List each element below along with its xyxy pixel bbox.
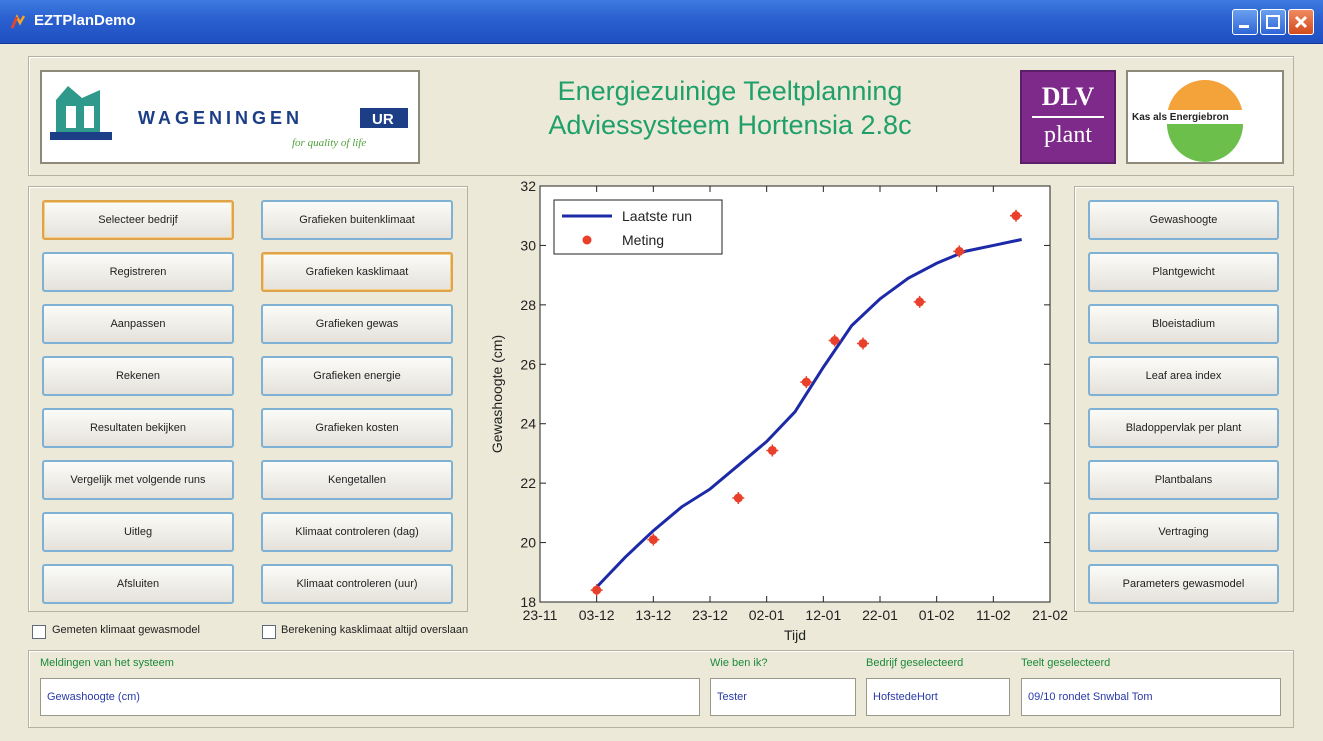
leaf-area-index-button[interactable]: Leaf area index <box>1088 356 1279 396</box>
y-axis-label: Gewashoogte (cm) <box>489 335 505 453</box>
wur-logo-graphic: WAGENINGEN UR for quality of life <box>50 86 408 149</box>
check-climate-day-button[interactable]: Klimaat controleren (dag) <box>261 512 453 552</box>
dlv-plant-logo: DLV plant <box>1020 70 1116 164</box>
x-tick-label: 12-01 <box>805 607 841 623</box>
key-figures-button[interactable]: Kengetallen <box>261 460 453 500</box>
maximize-button[interactable] <box>1260 9 1286 35</box>
exit-button[interactable]: Afsluiten <box>42 564 234 604</box>
crop-charts-button[interactable]: Grafieken gewas <box>261 304 453 344</box>
plant-weight-button[interactable]: Plantgewicht <box>1088 252 1279 292</box>
dlv-logo-line2: plant <box>1044 122 1092 148</box>
app-title: Energiezuinige Teeltplanning Adviessyste… <box>470 74 990 142</box>
check-climate-hour-button[interactable]: Klimaat controleren (uur) <box>261 564 453 604</box>
x-tick-label: 02-01 <box>749 607 785 623</box>
view-results-button[interactable]: Resultaten bekijken <box>42 408 234 448</box>
y-tick-label: 30 <box>520 237 536 253</box>
minimize-icon <box>1233 10 1257 34</box>
y-tick-label: 26 <box>520 356 536 372</box>
plant-balance-button[interactable]: Plantbalans <box>1088 460 1279 500</box>
title-bar: EZTPlanDemo <box>0 0 1323 44</box>
explanation-button[interactable]: Uitleg <box>42 512 234 552</box>
energy-charts-button[interactable]: Grafieken energie <box>261 356 453 396</box>
wur-badge: UR <box>372 111 394 128</box>
minimize-button[interactable] <box>1232 9 1258 35</box>
select-company-button[interactable]: Selecteer bedrijf <box>42 200 234 240</box>
app-title-line2: Adviessysteem Hortensia 2.8c <box>548 110 912 140</box>
selected-company-label: Bedrijf geselecteerd <box>866 657 964 669</box>
x-tick-label: 21-02 <box>1032 607 1068 623</box>
who-am-i-field: Tester <box>710 678 856 716</box>
x-tick-label: 23-11 <box>523 607 558 623</box>
who-am-i-label: Wie ben ik? <box>710 657 768 669</box>
skip-greenhouse-climate-label: Berekening kasklimaat altijd overslaan <box>281 624 469 636</box>
crop-height-chart: 182022242628303223-11 03-12 13-12 23-12 02-0… <box>489 178 1068 643</box>
cost-charts-button[interactable]: Grafieken kosten <box>261 408 453 448</box>
delay-button[interactable]: Vertraging <box>1088 512 1279 552</box>
messages-field: Gewashoogte (cm) <box>40 678 700 716</box>
x-tick-label: 13-12 <box>635 607 671 623</box>
x-tick-label: 03-12 <box>579 607 615 623</box>
legend-label: Laatste run <box>622 208 692 224</box>
legend-label: Meting <box>622 232 664 248</box>
crop-model-parameters-button[interactable]: Parameters gewasmodel <box>1088 564 1279 604</box>
calculate-button[interactable]: Rekenen <box>42 356 234 396</box>
y-tick-label: 28 <box>520 297 536 313</box>
messages-label: Meldingen van het systeem <box>40 657 174 669</box>
x-tick-label: 11-02 <box>976 607 1011 623</box>
dlv-logo-line1: DLV <box>1041 82 1095 111</box>
selected-crop-field: 09/10 rondet Snwbal Tom <box>1021 678 1281 716</box>
kas-energiebron-logo: Kas als Energiebron <box>1126 70 1284 164</box>
maximize-icon <box>1261 10 1285 34</box>
selected-crop-label: Teelt geselecteerd <box>1021 657 1111 669</box>
flowering-stage-button[interactable]: Bloeistadium <box>1088 304 1279 344</box>
wur-wordmark: WAGENINGEN <box>138 108 303 128</box>
crop-height-button[interactable]: Gewashoogte <box>1088 200 1279 240</box>
y-tick-label: 20 <box>520 535 536 551</box>
close-icon <box>1289 10 1313 34</box>
x-tick-label: 23-12 <box>692 607 728 623</box>
x-axis-label: Tijd <box>784 627 806 643</box>
wur-logo: WAGENINGEN UR for quality of life <box>40 70 420 164</box>
y-tick-label: 22 <box>520 475 536 491</box>
measured-climate-checkbox[interactable] <box>32 625 46 639</box>
measured-climate-label: Gemeten klimaat gewasmodel <box>52 624 200 636</box>
compare-runs-button[interactable]: Vergelijk met volgende runs <box>42 460 234 500</box>
y-tick-label: 32 <box>520 178 536 194</box>
greenhouse-climate-charts-button[interactable]: Grafieken kasklimaat <box>261 252 453 292</box>
register-button[interactable]: Registreren <box>42 252 234 292</box>
skip-greenhouse-climate-checkbox[interactable] <box>262 625 276 639</box>
window-title: EZTPlanDemo <box>34 12 136 29</box>
legend-marker-swatch <box>582 235 592 245</box>
close-button[interactable] <box>1288 9 1314 35</box>
wur-tagline: for quality of life <box>292 137 366 149</box>
app-title-line1: Energiezuinige Teeltplanning <box>557 76 903 106</box>
selected-company-field: HofstedeHort <box>866 678 1010 716</box>
adjust-button[interactable]: Aanpassen <box>42 304 234 344</box>
y-tick-label: 24 <box>520 416 536 432</box>
x-tick-label: 22-01 <box>862 607 898 623</box>
kas-logo-text: Kas als Energiebron <box>1132 112 1229 123</box>
app-icon <box>10 14 26 29</box>
x-tick-label: 01-02 <box>919 607 955 623</box>
outdoor-climate-charts-button[interactable]: Grafieken buitenklimaat <box>261 200 453 240</box>
leaf-area-per-plant-button[interactable]: Bladoppervlak per plant <box>1088 408 1279 448</box>
